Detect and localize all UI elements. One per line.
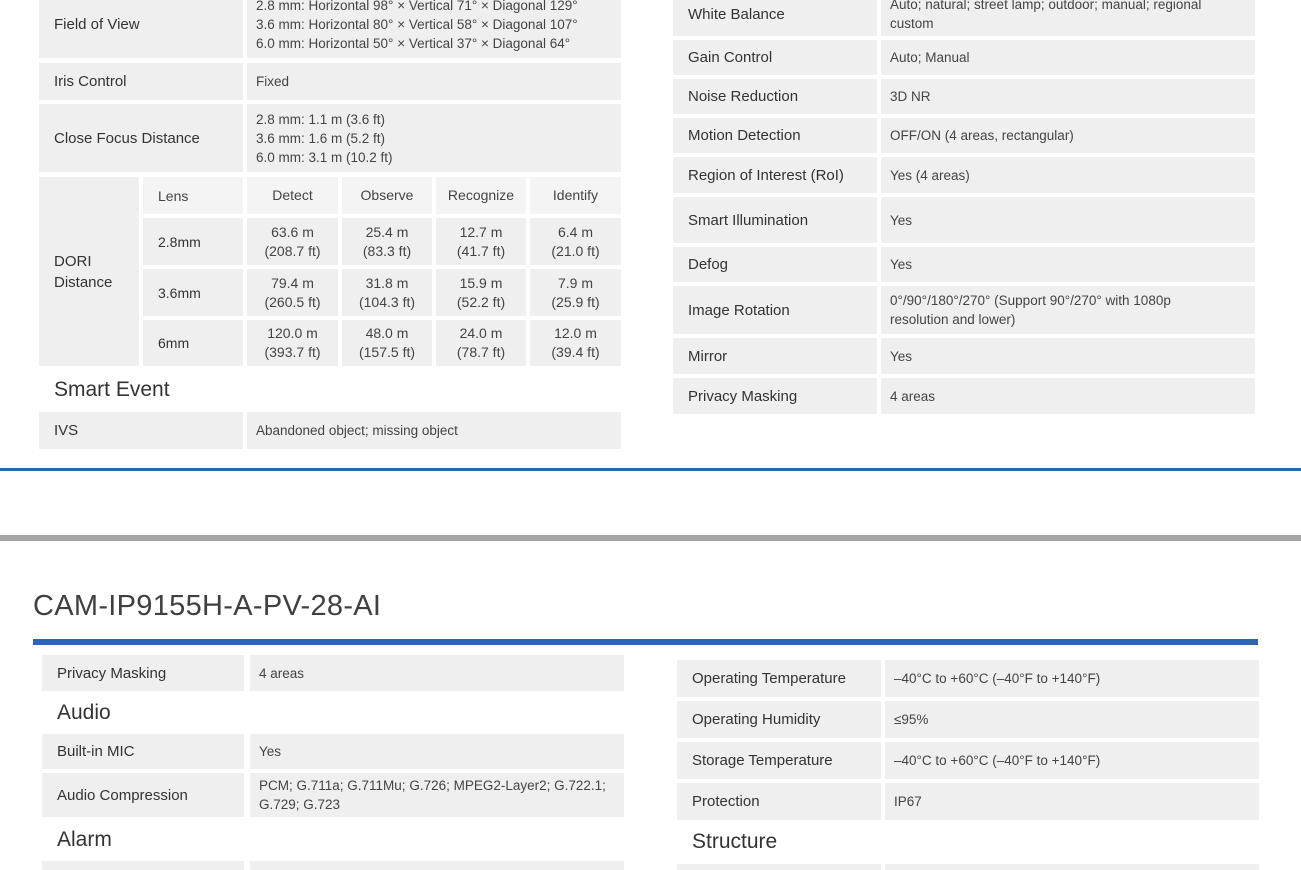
spec-row-partial bbox=[885, 864, 1259, 870]
spec-label: Operating Temperature bbox=[677, 660, 881, 697]
spec-value: Auto; natural; street lamp; outdoor; man… bbox=[881, 0, 1255, 36]
dori-cell: 15.9 m (52.2 ft) bbox=[436, 269, 526, 316]
dori-lens-6mm: 6mm bbox=[143, 320, 243, 366]
dori-lens-3-6mm: 3.6mm bbox=[143, 269, 243, 316]
spec-value: Yes bbox=[881, 197, 1255, 243]
spec-label: Gain Control bbox=[673, 40, 877, 75]
dori-cell: 48.0 m (157.5 ft) bbox=[342, 320, 432, 366]
dori-header-recognize: Recognize bbox=[436, 177, 526, 214]
dori-cell: 6.4 m (21.0 ft) bbox=[530, 218, 621, 265]
spec-value: 0°/90°/180°/270° (Support 90°/270° with … bbox=[881, 286, 1255, 334]
section-title-audio: Audio bbox=[57, 701, 111, 724]
spec-value: IP67 bbox=[885, 783, 1259, 820]
spec-label: IVS bbox=[39, 412, 243, 449]
spec-value: Abandoned object; missing object bbox=[247, 412, 621, 449]
dori-cell: 120.0 m (393.7 ft) bbox=[247, 320, 338, 366]
section-title-smart-event: Smart Event bbox=[54, 378, 170, 401]
spec-label: Field of View bbox=[39, 0, 243, 58]
dori-header-identify: Identify bbox=[530, 177, 621, 214]
spec-value: ≤95% bbox=[885, 701, 1259, 738]
dori-lens-2-8mm: 2.8mm bbox=[143, 218, 243, 265]
spec-label: Region of Interest (RoI) bbox=[673, 157, 877, 193]
spec-value: –40°C to +60°C (–40°F to +140°F) bbox=[885, 742, 1259, 779]
spec-value: PCM; G.711a; G.711Mu; G.726; MPEG2-Layer… bbox=[250, 773, 624, 817]
spec-label: Storage Temperature bbox=[677, 742, 881, 779]
spec-value: Yes bbox=[881, 338, 1255, 374]
dori-header-lens: Lens bbox=[143, 177, 243, 214]
spec-label: Privacy Masking bbox=[42, 655, 244, 691]
dori-cell: 63.6 m (208.7 ft) bbox=[247, 218, 338, 265]
spec-value: 4 areas bbox=[250, 655, 624, 691]
section-title-structure: Structure bbox=[692, 830, 778, 853]
dori-cell: 7.9 m (25.9 ft) bbox=[530, 269, 621, 316]
spec-label: Built-in MIC bbox=[42, 734, 244, 769]
spec-label: Defog bbox=[673, 247, 877, 282]
spec-label: White Balance bbox=[673, 0, 877, 36]
dori-cell: 31.8 m (104.3 ft) bbox=[342, 269, 432, 316]
section-divider-blue bbox=[0, 468, 1301, 471]
spec-label: Privacy Masking bbox=[673, 378, 877, 414]
dori-label: DORI Distance bbox=[39, 177, 139, 366]
spec-label: Operating Humidity bbox=[677, 701, 881, 738]
spec-value: 4 areas bbox=[881, 378, 1255, 414]
dori-cell: 79.4 m (260.5 ft) bbox=[247, 269, 338, 316]
spec-label: Iris Control bbox=[39, 63, 243, 100]
spec-value: Yes bbox=[250, 734, 624, 769]
spec-row-partial bbox=[677, 864, 881, 870]
spec-value: 2.8 mm: Horizontal 98° × Vertical 71° × … bbox=[247, 0, 621, 58]
spec-label: Motion Detection bbox=[673, 118, 877, 153]
spec-value: 2.8 mm: 1.1 m (3.6 ft) 3.6 mm: 1.6 m (5.… bbox=[247, 104, 621, 172]
spec-value: Auto; Manual bbox=[881, 40, 1255, 75]
dori-header-observe: Observe bbox=[342, 177, 432, 214]
spec-value: Yes bbox=[881, 247, 1255, 282]
spec-label: Noise Reduction bbox=[673, 79, 877, 114]
dori-cell: 25.4 m (83.3 ft) bbox=[342, 218, 432, 265]
page-break-divider bbox=[0, 535, 1301, 541]
dori-cell: 12.7 m (41.7 ft) bbox=[436, 218, 526, 265]
dori-cell: 24.0 m (78.7 ft) bbox=[436, 320, 526, 366]
spec-value: –40°C to +60°C (–40°F to +140°F) bbox=[885, 660, 1259, 697]
spec-value: OFF/ON (4 areas, rectangular) bbox=[881, 118, 1255, 153]
model-title: CAM-IP9155H-A-PV-28-AI bbox=[33, 590, 382, 622]
spec-label: Close Focus Distance bbox=[39, 104, 243, 172]
model-title-underline bbox=[33, 639, 1258, 645]
spec-label: Mirror bbox=[673, 338, 877, 374]
spec-row-partial bbox=[250, 861, 624, 870]
section-title-alarm: Alarm bbox=[57, 828, 112, 851]
spec-label: Image Rotation bbox=[673, 286, 877, 334]
spec-value: Yes (4 areas) bbox=[881, 157, 1255, 193]
spec-label: Protection bbox=[677, 783, 881, 820]
spec-value: Fixed bbox=[247, 63, 621, 100]
dori-cell: 12.0 m (39.4 ft) bbox=[530, 320, 621, 366]
spec-label: Smart Illumination bbox=[673, 197, 877, 243]
spec-label: Audio Compression bbox=[42, 773, 244, 817]
spec-value: 3D NR bbox=[881, 79, 1255, 114]
spec-row-partial bbox=[42, 861, 244, 870]
dori-header-detect: Detect bbox=[247, 177, 338, 214]
